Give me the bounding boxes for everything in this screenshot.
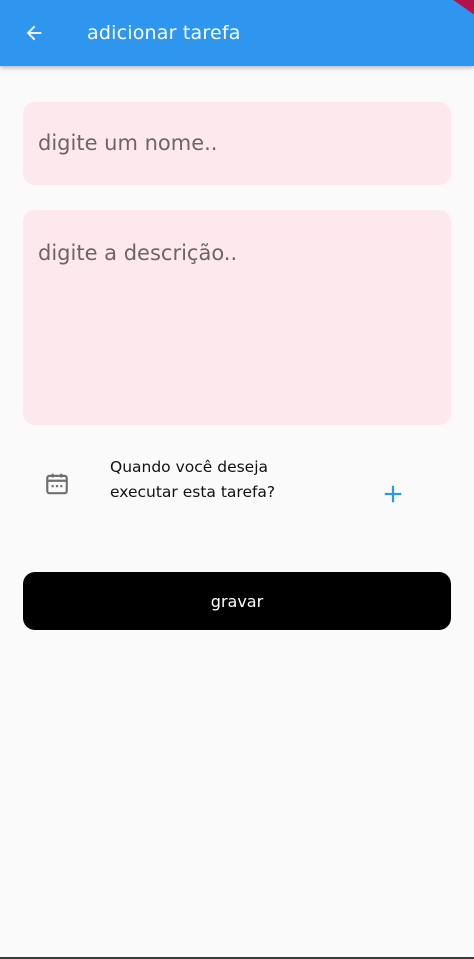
add-date-button[interactable]	[379, 480, 407, 508]
task-name-input[interactable]	[23, 102, 451, 185]
calendar-icon	[46, 473, 68, 495]
page-title: adicionar tarefa	[87, 22, 241, 44]
app-bar: adicionar tarefa	[0, 0, 474, 66]
plus-icon	[384, 485, 402, 503]
save-button[interactable]: gravar	[23, 572, 451, 630]
app-screen: adicionar tarefa Quando você deseja exec…	[0, 0, 474, 959]
task-description-input[interactable]	[23, 210, 451, 425]
back-button[interactable]	[14, 13, 54, 53]
arrow-left-icon	[26, 25, 42, 41]
schedule-row: Quando você deseja executar esta tarefa?	[23, 450, 451, 530]
debug-banner	[438, 0, 474, 14]
schedule-question-label: Quando você deseja executar esta tarefa?	[110, 458, 276, 501]
